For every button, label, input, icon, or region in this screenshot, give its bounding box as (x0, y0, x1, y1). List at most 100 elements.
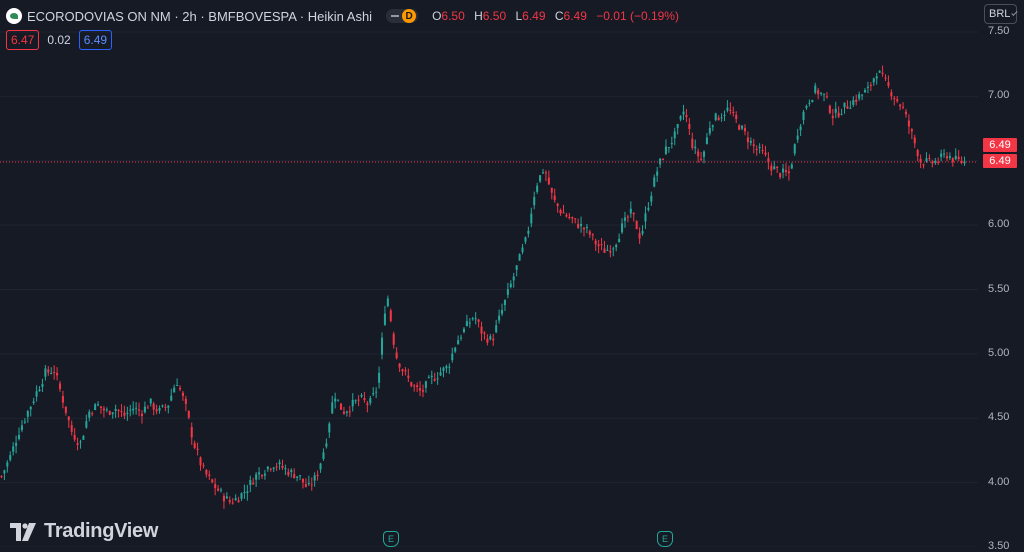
candle-body (237, 500, 240, 503)
minus-icon[interactable] (388, 11, 402, 21)
ecorodovias-logo-icon[interactable] (6, 8, 22, 24)
candle-body (700, 158, 703, 160)
price-axis-label: 7.00 (988, 89, 1010, 102)
candle-body (345, 411, 348, 413)
price-axis-label: 5.00 (988, 346, 1010, 359)
candle-body (222, 495, 225, 502)
candle-body (954, 155, 957, 160)
candle-body (667, 147, 670, 149)
candle-body (135, 407, 138, 409)
candle-body (111, 412, 114, 415)
grid-lines (0, 31, 978, 547)
candle-body (26, 411, 29, 417)
candle-body (855, 99, 858, 102)
candle-body (231, 502, 234, 504)
candle-body (357, 399, 360, 401)
candle-body (866, 86, 869, 88)
candle-body (307, 482, 310, 485)
candle-body (105, 409, 108, 411)
sell-price-button[interactable]: 6.47 (6, 30, 40, 50)
candle-body (945, 156, 948, 159)
candle-body (673, 131, 676, 139)
candle-body (937, 161, 940, 163)
candle-body (890, 92, 893, 97)
candle-body (404, 370, 407, 372)
candle-body (896, 99, 899, 102)
price-chart[interactable] (0, 0, 1024, 547)
candle-body (164, 406, 167, 408)
candle-body (720, 117, 723, 119)
candle-body (29, 406, 32, 410)
candle-body (717, 117, 720, 121)
candle-body (907, 120, 910, 127)
earnings-marker[interactable]: E (657, 531, 673, 547)
candle-body (369, 398, 372, 404)
candle-body (354, 400, 357, 402)
candle-body (70, 425, 73, 432)
candle-body (263, 473, 266, 476)
candle-body (957, 156, 960, 160)
candle-body (691, 138, 694, 148)
candle-body (219, 489, 223, 491)
candle-body (187, 410, 190, 418)
buy-price-button[interactable]: 6.49 (78, 30, 113, 50)
candle-body (181, 392, 184, 397)
candle-body (460, 337, 463, 339)
candle-body (35, 391, 38, 397)
tradingview-logo[interactable]: TradingView (10, 520, 158, 543)
candle-body (140, 413, 143, 416)
candle-body (509, 283, 512, 288)
candle-body (802, 111, 805, 121)
price-axis-label: 7.50 (988, 25, 1010, 37)
candle-body (913, 137, 916, 144)
candle-body (849, 107, 852, 109)
candle-body (76, 443, 79, 445)
candle-body (878, 70, 881, 73)
candle-body (58, 383, 62, 390)
interval-badge[interactable]: D (402, 9, 417, 23)
candle-body (477, 319, 480, 322)
candle-body (814, 85, 817, 93)
candle-body (840, 113, 843, 115)
candle-body (738, 125, 741, 130)
candle-body (714, 113, 717, 121)
symbol-title[interactable]: ECORODOVIAS ON NM · 2h · BMFBOVESPA · He… (27, 9, 372, 24)
candle-body (647, 207, 650, 210)
candle-body (266, 466, 269, 470)
candle-body (79, 441, 82, 443)
candle-body (621, 223, 624, 233)
candle-body (114, 408, 117, 411)
candle-body (752, 144, 755, 147)
candle-body (12, 446, 15, 452)
candle-body (899, 104, 902, 107)
candle-body (436, 378, 439, 380)
candle-body (123, 412, 126, 416)
candle-body (723, 115, 726, 117)
candle-body (498, 315, 501, 321)
candle-body (129, 409, 132, 411)
candle-body (313, 475, 316, 481)
candle-body (243, 492, 246, 494)
candle-body (943, 153, 946, 155)
candle-body (875, 76, 878, 79)
candle-body (817, 90, 820, 95)
candle-body (650, 195, 653, 202)
interval-toggle[interactable]: D (386, 9, 419, 23)
candle-body (837, 112, 840, 117)
candle-body (290, 469, 293, 472)
candle-body (609, 251, 612, 253)
candle-body (61, 396, 64, 403)
candle-body (117, 409, 120, 411)
candle-body (948, 156, 951, 158)
candle-body (126, 412, 129, 414)
earnings-marker[interactable]: E (383, 531, 399, 547)
candle-body (208, 474, 211, 476)
candle-body (705, 137, 708, 144)
candle-body (351, 399, 354, 407)
candle-body (618, 238, 621, 243)
candle-body (249, 480, 252, 486)
ohlc-readout: O6.50 H6.50 L6.49 C6.49 −0.01 (−0.19%) (432, 9, 685, 23)
currency-selector[interactable]: BRL (984, 4, 1018, 24)
candle-body (149, 398, 152, 404)
candle-body (214, 484, 217, 489)
